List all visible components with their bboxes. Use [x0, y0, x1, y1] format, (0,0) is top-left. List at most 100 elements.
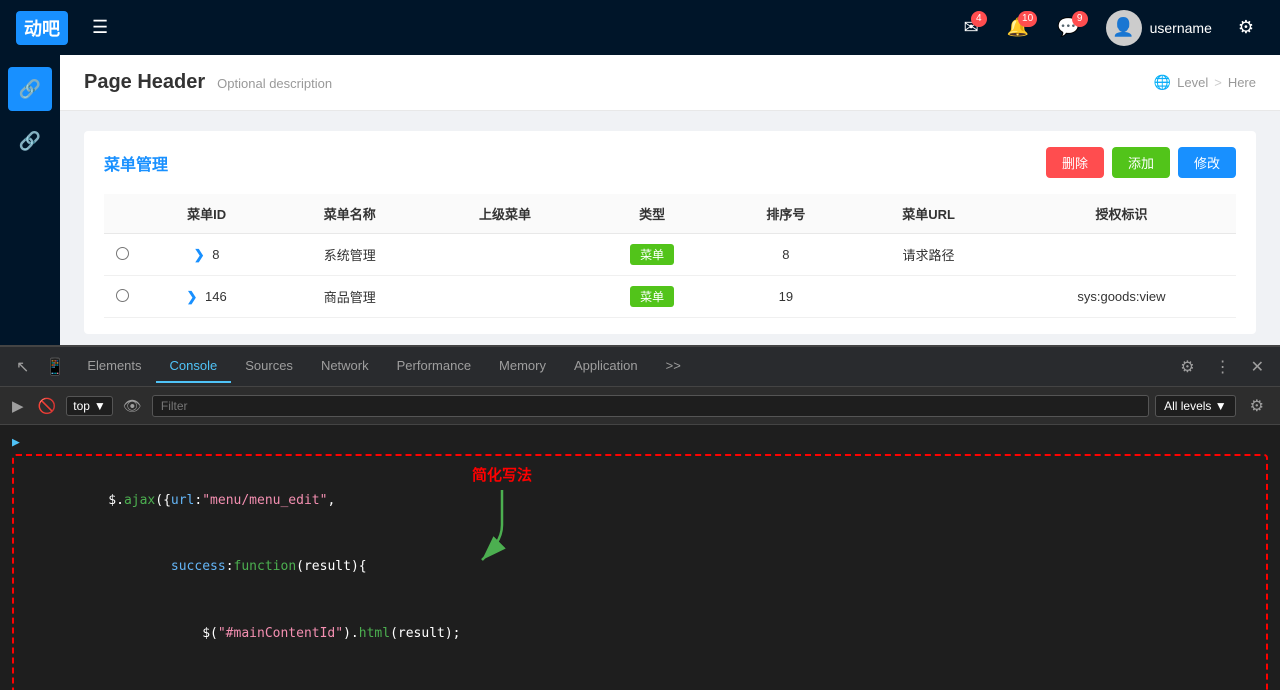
content-area: 菜单管理 删除 添加 修改 菜单ID 菜单名称 上级菜单 类型 排序号 — [60, 111, 1280, 345]
cell-order-2: 19 — [722, 276, 851, 318]
code-box: $.ajax({url:"menu/menu_edit", success:fu… — [12, 454, 1268, 690]
type-badge-2: 菜单 — [630, 286, 674, 307]
cell-type-2: 菜单 — [583, 276, 722, 318]
cell-auth-2: sys:goods:view — [1007, 276, 1236, 318]
devtools-tabs-right: ⚙ ⋮ ✕ — [1172, 353, 1272, 381]
breadcrumb-separator: > — [1214, 75, 1222, 90]
radio-input-2[interactable] — [116, 289, 129, 302]
annotation-label: 简化写法 — [472, 464, 532, 485]
bell-icon-btn[interactable]: 🔔 10 — [997, 11, 1039, 44]
cell-url-2 — [850, 276, 1007, 318]
sidebar-item-1[interactable]: 🔗 — [8, 67, 52, 111]
table-row: ❯ 8 系统管理 菜单 8 请求路径 — [104, 234, 1236, 276]
breadcrumb-level[interactable]: Level — [1177, 75, 1208, 90]
devtools-cursor-icon[interactable]: ↖ — [8, 353, 37, 381]
menu-card: 菜单管理 删除 添加 修改 菜单ID 菜单名称 上级菜单 类型 排序号 — [84, 131, 1256, 334]
eye-icon[interactable]: 👁 — [119, 393, 146, 419]
btn-group: 删除 添加 修改 — [1046, 147, 1236, 178]
avatar: 👤 — [1106, 10, 1142, 46]
user-area[interactable]: 👤 username — [1098, 6, 1220, 50]
annotation-group: 简化写法 — [472, 464, 532, 565]
card-title: 菜单管理 — [104, 151, 168, 175]
nav-icons: ✉ 4 🔔 10 💬 9 👤 username ⚙ — [954, 6, 1264, 50]
cell-name-1: 系统管理 — [272, 234, 427, 276]
cell-url-1: 请求路径 — [850, 234, 1007, 276]
devtools-toolbar: ▶ 🚫 top ▼ 👁 All levels ▼ ⚙ — [0, 387, 1280, 425]
tab-application[interactable]: Application — [560, 350, 652, 383]
filter-input[interactable] — [152, 395, 1149, 417]
tab-performance[interactable]: Performance — [383, 350, 485, 383]
cell-id-value-2: 146 — [205, 289, 227, 304]
level-label: All levels — [1164, 399, 1211, 413]
run-icon[interactable]: ▶ — [8, 393, 28, 419]
add-button[interactable]: 添加 — [1112, 147, 1170, 178]
block-icon[interactable]: 🚫 — [34, 393, 61, 419]
cell-type-1: 菜单 — [583, 234, 722, 276]
chat-icon-btn[interactable]: 💬 9 — [1047, 11, 1089, 44]
code-line-1: $.ajax({url:"menu/menu_edit", — [30, 468, 1250, 534]
tab-console[interactable]: Console — [156, 350, 232, 383]
col-parent: 上级菜单 — [427, 194, 582, 234]
cell-name-2: 商品管理 — [272, 276, 427, 318]
code-dollar: $ — [108, 493, 116, 508]
tab-elements[interactable]: Elements — [73, 350, 155, 383]
breadcrumb: 🌐 Level > Here — [1154, 74, 1256, 91]
col-name: 菜单名称 — [272, 194, 427, 234]
main-content: Page Header Optional description 🌐 Level… — [60, 55, 1280, 345]
level-select[interactable]: All levels ▼ — [1155, 395, 1236, 417]
row-radio-1[interactable] — [104, 234, 141, 276]
col-type: 类型 — [583, 194, 722, 234]
devtools-more-icon[interactable]: ⋮ — [1207, 353, 1239, 381]
page-header-left: Page Header Optional description — [84, 71, 332, 94]
mail-badge: 4 — [971, 11, 987, 27]
cell-parent-1 — [427, 234, 582, 276]
logo[interactable]: 动吧 — [16, 11, 68, 45]
delete-button[interactable]: 删除 — [1046, 147, 1104, 178]
settings-icon[interactable]: ⚙ — [1228, 11, 1264, 44]
context-label: top — [73, 399, 90, 413]
top-nav: 动吧 ☰ ✉ 4 🔔 10 💬 9 👤 username ⚙ — [0, 0, 1280, 55]
sidebar: 🔗 🔗 — [0, 55, 60, 345]
devtools-gear-icon[interactable]: ⚙ — [1242, 392, 1272, 420]
devtools-device-icon[interactable]: 📱 — [37, 353, 73, 381]
code-line-3: $("#mainContentId").html(result); — [30, 601, 1250, 667]
tab-network[interactable]: Network — [307, 350, 383, 383]
console-prompt: ▶ — [12, 435, 1268, 450]
table-body: ❯ 8 系统管理 菜单 8 请求路径 — [104, 234, 1236, 318]
code-annotation-area: $.ajax({url:"menu/menu_edit", success:fu… — [12, 454, 1268, 690]
tab-sources[interactable]: Sources — [231, 350, 307, 383]
sidebar-item-2[interactable]: 🔗 — [8, 119, 52, 163]
cell-order-1: 8 — [722, 234, 851, 276]
table-row: ❯ 146 商品管理 菜单 19 sys:goods:view — [104, 276, 1236, 318]
expand-icon-1[interactable]: ❯ — [194, 247, 205, 262]
card-header: 菜单管理 删除 添加 修改 — [104, 147, 1236, 178]
row-radio-2[interactable] — [104, 276, 141, 318]
radio-input-1[interactable] — [116, 247, 129, 260]
devtools-settings-icon[interactable]: ⚙ — [1172, 353, 1202, 381]
tab-more[interactable]: >> — [652, 350, 695, 383]
type-badge-1: 菜单 — [630, 244, 674, 265]
menu-toggle[interactable]: ☰ — [84, 9, 116, 46]
col-order: 排序号 — [722, 194, 851, 234]
page-title: Page Header — [84, 71, 205, 94]
tab-memory[interactable]: Memory — [485, 350, 560, 383]
menu-table: 菜单ID 菜单名称 上级菜单 类型 排序号 菜单URL 授权标识 — [104, 194, 1236, 318]
username-label: username — [1150, 20, 1212, 36]
cell-id-1: ❯ 8 — [141, 234, 272, 276]
prompt-arrow: ▶ — [12, 435, 20, 450]
expand-icon-2[interactable]: ❯ — [186, 289, 197, 304]
mail-icon-btn[interactable]: ✉ 4 — [954, 11, 989, 44]
globe-icon: 🌐 — [1154, 74, 1171, 91]
devtools-close-icon[interactable]: ✕ — [1243, 353, 1272, 381]
edit-button[interactable]: 修改 — [1178, 147, 1236, 178]
breadcrumb-here[interactable]: Here — [1228, 75, 1256, 90]
page-header: Page Header Optional description 🌐 Level… — [60, 55, 1280, 111]
col-id: 菜单ID — [141, 194, 272, 234]
devtools-panel: ↖ 📱 Elements Console Sources Network Per… — [0, 345, 1280, 690]
context-arrow: ▼ — [94, 399, 106, 413]
col-auth: 授权标识 — [1007, 194, 1236, 234]
level-arrow: ▼ — [1215, 399, 1227, 413]
chat-badge: 9 — [1072, 11, 1088, 27]
link-icon-2: 🔗 — [19, 131, 41, 152]
context-selector[interactable]: top ▼ — [66, 396, 113, 416]
